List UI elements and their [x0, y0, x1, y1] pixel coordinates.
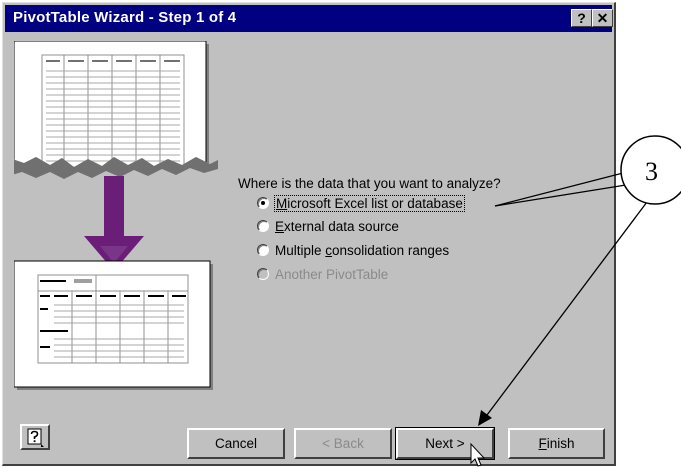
- callout-leader-next: [483, 197, 651, 420]
- callout-number: 3: [645, 157, 658, 186]
- callout-leader-top-2: [494, 184, 627, 207]
- annotation-overlay: 3: [470, 135, 681, 467]
- callout-leader-top: [494, 172, 624, 207]
- mouse-pointer-icon: [470, 442, 486, 467]
- callout-arrowhead: [478, 410, 492, 426]
